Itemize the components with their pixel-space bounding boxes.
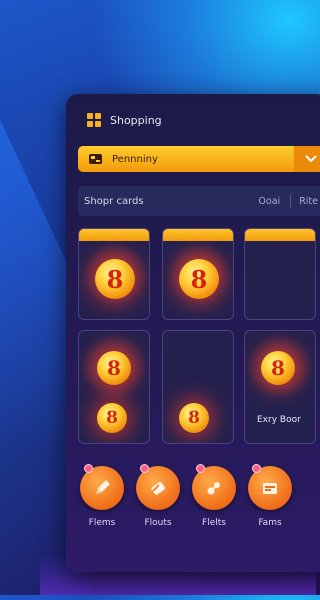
notification-dot — [252, 464, 261, 473]
shop-card[interactable]: 8 — [162, 228, 234, 320]
grid-logo-icon — [87, 113, 101, 127]
coin-icon: 8 — [97, 403, 127, 433]
shop-card[interactable]: 8 — [78, 228, 150, 320]
flems-button[interactable] — [80, 464, 124, 510]
coin-icon: 8 — [95, 259, 135, 299]
section-bar: Shopr cards Ooai Rite — [78, 186, 320, 216]
dropdown-toggle[interactable] — [294, 146, 320, 172]
action-label: Flelts — [202, 518, 226, 528]
coin-icon: 8 — [179, 403, 209, 433]
notification-dot — [196, 464, 205, 473]
eraser-icon — [151, 482, 165, 495]
tab-ooai[interactable]: Ooai — [258, 196, 280, 207]
notification-dot — [140, 464, 149, 473]
card-label: Exry Boor — [257, 415, 301, 425]
fams-button[interactable] — [248, 464, 292, 510]
panel-title: Shopping — [110, 113, 162, 127]
shop-card[interactable]: 8 8 — [78, 330, 150, 444]
panel-header: Shopping — [86, 112, 162, 128]
coin-icon: 8 — [261, 351, 295, 385]
shop-card-empty[interactable] — [244, 228, 316, 320]
shop-card[interactable]: 8 Exry Boor — [244, 330, 316, 444]
coin-icon: 8 — [97, 351, 131, 385]
action-label: Flems — [88, 518, 116, 528]
shopping-panel: Shopping Pennniny Shopr cards Ooai Rite … — [66, 94, 320, 572]
dropdown-selected-value: Pennniny — [112, 153, 158, 165]
category-dropdown[interactable]: Pennniny — [78, 146, 320, 172]
chevron-down-icon — [305, 155, 317, 163]
action-flouts[interactable]: Flouts — [136, 464, 180, 528]
action-label: Fams — [258, 518, 282, 528]
action-label: Flouts — [144, 518, 172, 528]
tag-icon — [89, 154, 102, 164]
flouts-button[interactable] — [136, 464, 180, 510]
tab-divider — [290, 194, 292, 208]
action-flelts[interactable]: Flelts — [192, 464, 236, 528]
coin-icon: 8 — [179, 259, 219, 299]
link-icon — [207, 482, 220, 495]
card-icon — [263, 483, 277, 494]
shop-card[interactable]: 8 — [162, 330, 234, 444]
pencil-icon — [96, 480, 110, 494]
flelts-button[interactable] — [192, 464, 236, 510]
section-label: Shopr cards — [84, 195, 144, 207]
action-fams[interactable]: Fams — [248, 464, 292, 528]
action-flems[interactable]: Flems — [80, 464, 124, 528]
tab-rite[interactable]: Rite — [299, 196, 318, 207]
notification-dot — [84, 464, 93, 473]
